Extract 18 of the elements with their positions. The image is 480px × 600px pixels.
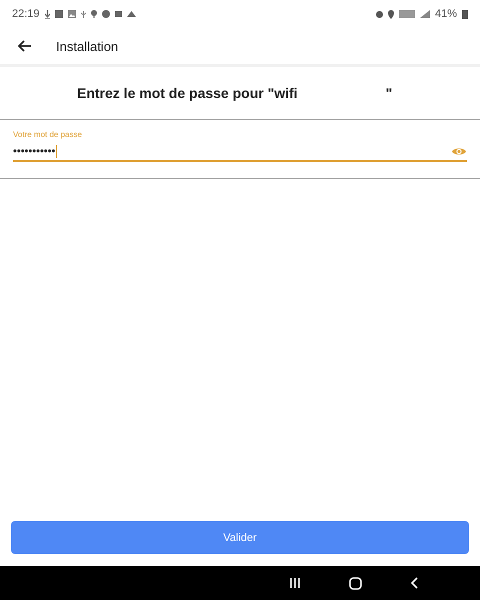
battery-icon [462, 9, 468, 19]
circle-icon [102, 10, 110, 18]
location-icon [388, 10, 394, 18]
image-icon [68, 10, 76, 18]
back-arrow-icon[interactable] [18, 40, 32, 52]
battery-percent: 41% [434, 8, 457, 20]
usb-icon [80, 10, 86, 18]
back-icon[interactable] [410, 577, 418, 589]
download-icon [44, 10, 50, 18]
screen-title: Installation [56, 38, 118, 54]
closing-quote: " [386, 85, 392, 101]
recent-apps-icon[interactable] [289, 577, 301, 589]
password-prompt: Entrez le mot de passe pour "wifi [77, 85, 298, 101]
pin-icon [90, 10, 97, 18]
home-icon[interactable] [349, 576, 362, 590]
signal-icon [420, 10, 430, 18]
status-time: 22:19 [12, 8, 40, 20]
password-field[interactable]: Votre mot de passe ••••••••••• [13, 130, 467, 162]
